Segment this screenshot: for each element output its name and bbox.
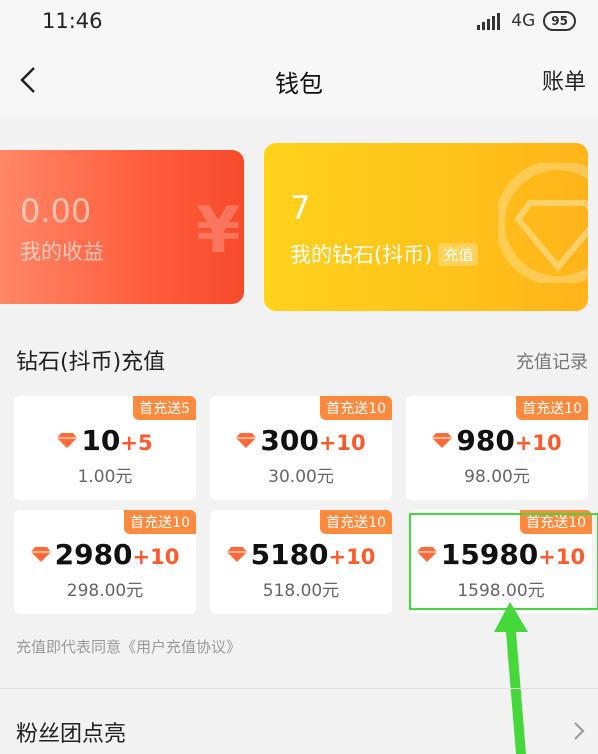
diamond-amount: 7 [290,189,311,227]
gem-icon [30,546,51,562]
highlight-box [409,513,598,610]
first-recharge-badge: 首充送10 [320,510,392,534]
bonus-amount: +10 [318,431,366,455]
gem-icon [57,432,78,448]
recharge-package[interactable]: 首充送5 10+5 1.00元 [14,396,196,500]
divider [0,688,598,689]
first-recharge-badge: 首充送10 [320,396,392,420]
status-bar: 11:46 4G 95 [0,0,598,44]
package-price: 298.00元 [66,581,144,601]
fan-club-label[interactable]: 粉丝团点亮 [16,716,126,748]
first-recharge-badge: 首充送10 [516,396,588,420]
recharge-section-title: 钻石(抖币)充值 [16,350,166,375]
network-type: 4G [511,11,536,31]
bonus-amount: +10 [514,431,562,455]
package-price: 98.00元 [464,467,530,487]
arrow-annotation [494,602,528,754]
recharge-package[interactable]: 首充送10 980+10 98.00元 [406,396,588,500]
status-icons: 4G 95 [477,10,576,32]
coin-amount: 980 [456,424,515,457]
page-title: 钱包 [275,70,323,98]
first-recharge-badge: 首充送5 [133,396,196,420]
gem-icon [236,432,257,448]
diamond-watermark-icon [498,163,588,283]
income-amount: 0.00 [20,192,92,230]
coin-amount: 2980 [54,538,133,571]
status-time: 11:46 [42,9,103,33]
first-recharge-badge: 首充送10 [124,510,196,534]
nav-header: 钱包 账单 [0,44,598,116]
income-card[interactable]: ¥ 0.00 我的收益 [0,150,244,304]
recharge-records-link[interactable]: 充值记录 [516,348,588,374]
recharge-agreement[interactable]: 充值即代表同意《用户充值协议》 [16,636,241,657]
recharge-package[interactable]: 首充送10 5180+10 518.00元 [210,510,392,614]
diamond-label-row: 我的钻石(抖币) 充值 [290,239,479,269]
package-price: 518.00元 [262,581,340,601]
bonus-amount: +10 [328,545,376,569]
recharge-tag[interactable]: 充值 [438,242,479,266]
recharge-package[interactable]: 首充送10 300+10 30.00元 [210,396,392,500]
diamond-label: 我的钻石(抖币) [290,243,433,267]
coin-amount: 10 [81,424,121,457]
gem-icon [432,432,453,448]
package-price: 1.00元 [77,467,133,487]
coin-amount: 300 [260,424,319,457]
coin-amount: 5180 [250,538,329,571]
gem-icon [226,546,247,562]
recharge-package[interactable]: 首充送10 2980+10 298.00元 [14,510,196,614]
bonus-amount: +10 [132,545,180,569]
signal-icon [477,12,503,30]
chevron-right-icon[interactable] [572,720,586,742]
bill-link[interactable]: 账单 [542,64,586,96]
yen-watermark-icon: ¥ [196,194,241,268]
bonus-amount: +5 [120,431,153,455]
diamond-card[interactable]: 7 我的钻石(抖币) 充值 [264,143,588,311]
battery-icon: 95 [543,11,576,31]
income-label: 我的收益 [20,240,104,264]
package-price: 30.00元 [268,467,334,487]
